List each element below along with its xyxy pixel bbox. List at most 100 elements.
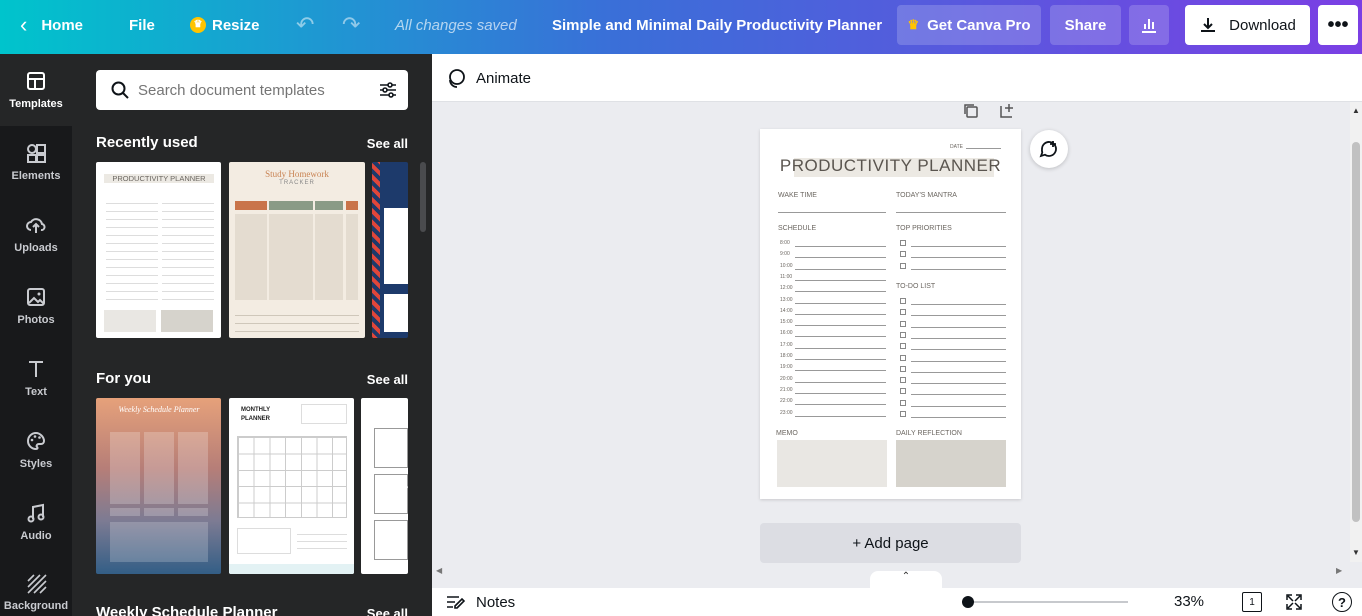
hour-line: [795, 370, 886, 372]
planner-page[interactable]: DATE PRODUCTIVITY PLANNER WAKE TIME TODA…: [760, 129, 1021, 499]
thumb-column: [235, 214, 267, 300]
animate-button[interactable]: Animate: [446, 66, 531, 90]
thumb-title: Weekly Schedule Planner: [118, 405, 200, 414]
checklist-line: [911, 417, 1006, 418]
rail-item-elements[interactable]: Elements: [0, 126, 72, 198]
duplicate-page-icon[interactable]: [962, 102, 980, 120]
share-button[interactable]: Share: [1050, 5, 1121, 45]
file-menu[interactable]: File: [129, 0, 155, 50]
rail-item-audio[interactable]: Audio: [0, 486, 72, 558]
comment-button[interactable]: [1030, 130, 1068, 168]
rail-item-background[interactable]: Background: [0, 558, 72, 616]
panel-scrollbar[interactable]: [420, 162, 426, 232]
carousel-next-button[interactable]: ›: [392, 466, 418, 506]
todo-label: TO-DO LIST: [896, 283, 936, 290]
rail-item-photos[interactable]: Photos: [0, 270, 72, 342]
redo-icon[interactable]: ↷: [342, 0, 360, 50]
rail-item-templates[interactable]: Templates: [0, 54, 72, 126]
zoom-slider[interactable]: [962, 596, 1128, 608]
add-page-icon[interactable]: [998, 102, 1016, 120]
scroll-up-icon[interactable]: ▲: [1352, 106, 1360, 115]
todo-row: [900, 297, 1006, 308]
page-count-button[interactable]: 1: [1242, 592, 1262, 612]
thumb-column: [346, 214, 358, 300]
rail-item-uploads[interactable]: Uploads: [0, 198, 72, 270]
styles-icon: [27, 431, 46, 451]
more-options-button[interactable]: •••: [1318, 5, 1358, 45]
thumb-lines: [235, 308, 359, 332]
fullscreen-icon[interactable]: [1284, 592, 1304, 612]
rail-label: Text: [25, 386, 47, 398]
todo-row: [900, 320, 1006, 331]
hour-line: [795, 336, 886, 338]
get-pro-label: Get Canva Pro: [927, 16, 1031, 34]
thumb-check: [346, 201, 358, 210]
checklist-line: [911, 383, 1006, 385]
get-canva-pro-button[interactable]: ♛ Get Canva Pro: [897, 5, 1041, 45]
priority-row: [900, 262, 1006, 273]
rail-item-styles[interactable]: Styles: [0, 414, 72, 486]
canvas-vertical-scrollbar[interactable]: ▲ ▼: [1350, 102, 1362, 562]
document-title[interactable]: Simple and Minimal Daily Productivity Pl…: [552, 0, 882, 50]
reflection-label: DAILY REFLECTION: [896, 430, 962, 437]
thumb-title: PRODUCTIVITY PLANNER: [104, 174, 214, 183]
thumb-header-bar: [269, 201, 313, 210]
hour-line: [795, 392, 886, 394]
checklist-line: [911, 360, 1006, 362]
thumb-lines: [106, 196, 158, 306]
hour-label: 12:00: [780, 285, 793, 292]
see-all-for-you[interactable]: See all: [367, 372, 408, 387]
checkbox-icon: [900, 251, 906, 258]
template-thumb-weekly-schedule[interactable]: Weekly Schedule Planner: [96, 398, 221, 574]
scroll-right-icon[interactable]: ▶: [1336, 566, 1342, 575]
template-thumb-monthly-planner[interactable]: MONTHLY PLANNER: [229, 398, 354, 574]
scroll-left-icon[interactable]: ◀: [436, 566, 442, 575]
schedule-row: 16:00: [778, 329, 888, 340]
see-all-weekly-schedule-planner[interactable]: See all: [367, 606, 408, 616]
template-thumb-productivity-planner[interactable]: PRODUCTIVITY PLANNER: [96, 162, 221, 338]
insights-button[interactable]: [1129, 5, 1169, 45]
hour-line: [795, 291, 886, 293]
reflection-box: [896, 440, 1006, 487]
todo-row: [900, 365, 1006, 376]
filter-icon[interactable]: [378, 80, 398, 100]
rail-item-text[interactable]: Text: [0, 342, 72, 414]
undo-icon[interactable]: ↶: [296, 0, 314, 50]
todo-row: [900, 399, 1006, 410]
carousel-next-button[interactable]: ›: [392, 230, 418, 270]
resize-button[interactable]: ♛ Resize: [190, 0, 260, 50]
search-icon: [111, 81, 129, 99]
search-input[interactable]: [138, 70, 358, 110]
hour-line: [795, 268, 886, 270]
zoom-level[interactable]: 33%: [1174, 593, 1204, 610]
checkbox-icon: [900, 298, 906, 304]
template-thumb-study-homework-tracker[interactable]: Study Homework TRACKER: [229, 162, 365, 338]
thumb-lines: [297, 528, 347, 554]
download-button[interactable]: Download: [1185, 5, 1310, 45]
add-page-button[interactable]: + Add page: [760, 523, 1021, 563]
thumb-box: [384, 294, 408, 332]
scroll-down-icon[interactable]: ▼: [1352, 548, 1360, 557]
memo-box: [777, 440, 887, 487]
show-pages-button[interactable]: ⌃: [870, 571, 942, 588]
notes-button[interactable]: Notes: [446, 592, 515, 612]
thumb-column: [269, 214, 313, 300]
todo-row: [900, 387, 1006, 398]
home-button[interactable]: ‹ Home: [20, 0, 83, 50]
save-status: All changes saved: [395, 16, 517, 34]
crown-icon: ♛: [190, 17, 206, 33]
help-button[interactable]: ?: [1332, 592, 1352, 612]
hour-label: 15:00: [780, 319, 793, 326]
scroll-thumb[interactable]: [1352, 142, 1360, 522]
thumb-footer: [229, 564, 354, 574]
thumb-box: [161, 310, 213, 332]
photos-icon: [27, 288, 45, 306]
wake-time-line: [778, 212, 886, 213]
hour-label: 17:00: [780, 341, 793, 348]
priority-row: [900, 239, 1006, 250]
checklist-line: [911, 326, 1006, 328]
see-all-recently-used[interactable]: See all: [367, 136, 408, 151]
zoom-slider-thumb[interactable]: [962, 596, 974, 608]
hour-line: [795, 313, 886, 315]
schedule-row: 14:00: [778, 307, 888, 318]
